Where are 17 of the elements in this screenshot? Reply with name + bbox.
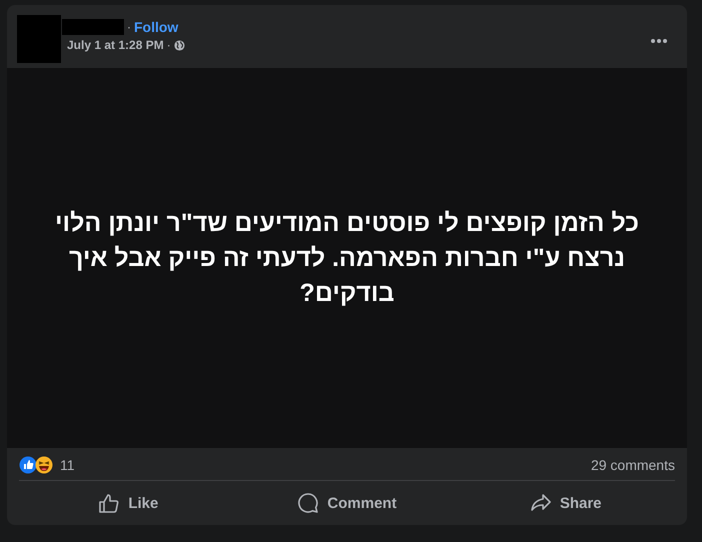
speech-bubble-icon bbox=[297, 492, 320, 514]
timestamp-link[interactable]: July 1 at 1:28 PM bbox=[67, 38, 164, 52]
laughing-emoji-icon[interactable] bbox=[35, 456, 53, 474]
globe-icon bbox=[174, 40, 185, 50]
reaction-count[interactable]: 11 bbox=[60, 457, 75, 473]
like-reaction-icon[interactable] bbox=[19, 456, 37, 474]
redaction-bar bbox=[62, 19, 124, 35]
comments-count[interactable]: 29 comments bbox=[590, 457, 675, 473]
comment-button[interactable]: Comment bbox=[238, 485, 456, 521]
separator-dot: · bbox=[127, 20, 131, 34]
like-button[interactable]: Like bbox=[19, 485, 238, 521]
follow-link[interactable]: Follow bbox=[134, 19, 178, 35]
separator-dot: · bbox=[166, 38, 171, 52]
share-arrow-icon bbox=[530, 492, 552, 514]
thumbs-up-icon bbox=[98, 492, 120, 514]
share-button[interactable]: Share bbox=[456, 485, 676, 521]
post-text: כל הזמן קופצים לי פוסטים המודיעים שד"ר יונתן הלוי נרצח ע"י חברות הפארמה. לדעתי זה פייק אבל איך בודקים? bbox=[54, 208, 640, 308]
